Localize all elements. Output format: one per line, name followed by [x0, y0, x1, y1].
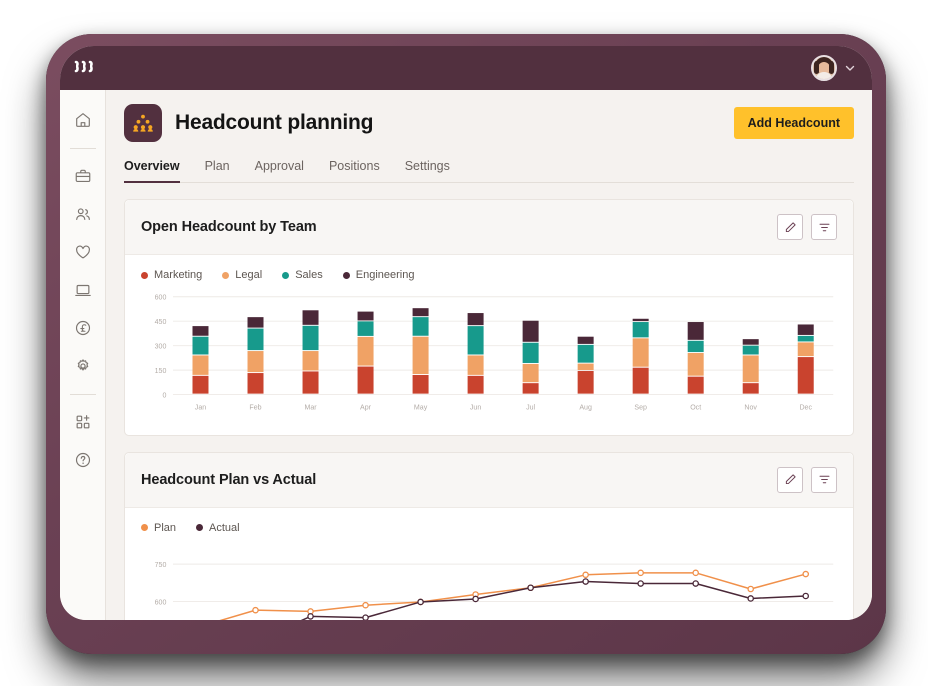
legend-dot-plan [141, 524, 148, 531]
tab-positions[interactable]: Positions [329, 159, 380, 182]
add-headcount-button[interactable]: Add Headcount [734, 107, 854, 139]
legend-item-actual[interactable]: Actual [196, 522, 240, 534]
bar-chart-svg: 0 150 300 450 600 Jan Feb Mar Apr May Jun Jul Aug Sep… [141, 293, 837, 427]
main-content: Headcount planning Add Headcount Overvie… [106, 90, 872, 620]
legend-label-engineering: Engineering [356, 269, 415, 281]
svg-text:450: 450 [155, 319, 167, 326]
sidebar-item-people[interactable] [66, 197, 100, 231]
avatar-hair-left [814, 61, 819, 74]
tab-approval[interactable]: Approval [255, 159, 304, 182]
legend-dot-engineering [343, 272, 350, 279]
legend-item-sales[interactable]: Sales [282, 269, 323, 281]
svg-text:0: 0 [162, 392, 166, 399]
sidebar-item-home[interactable] [66, 103, 100, 137]
chevron-down-icon[interactable] [844, 62, 856, 74]
svg-text:Sep: Sep [634, 405, 647, 412]
svg-text:Jun: Jun [470, 405, 481, 412]
card-title: Open Headcount by Team [141, 219, 317, 235]
tablet-device-frame: Headcount planning Add Headcount Overvie… [46, 34, 886, 654]
sidebar-item-help[interactable] [66, 443, 100, 477]
tablet-screen: Headcount planning Add Headcount Overvie… [60, 46, 872, 620]
topbar-user-menu[interactable] [811, 55, 856, 81]
card-header: Headcount Plan vs Actual [125, 453, 853, 508]
edit-chart-button[interactable] [777, 214, 803, 240]
bar-chart-legend: Marketing Legal Sales [141, 269, 837, 281]
legend-dot-sales [282, 272, 289, 279]
svg-text:600: 600 [155, 599, 167, 606]
filter-chart-button[interactable] [811, 467, 837, 493]
svg-text:Oct: Oct [690, 405, 701, 412]
bar-chart: 0 150 300 450 600 Jan Feb Mar Apr May Jun Jul Aug Sep… [141, 293, 837, 427]
rippling-logo[interactable] [74, 60, 98, 76]
sidebar-item-settings[interactable] [66, 349, 100, 383]
tab-plan[interactable]: Plan [205, 159, 230, 182]
app-body: Headcount planning Add Headcount Overvie… [60, 90, 872, 620]
screenshot-stage: Headcount planning Add Headcount Overvie… [0, 0, 928, 686]
svg-text:Jan: Jan [195, 405, 206, 412]
svg-text:Jul: Jul [526, 405, 535, 412]
svg-text:May: May [414, 405, 428, 412]
sidebar-item-add-app[interactable] [66, 405, 100, 439]
line-chart-svg: 600 750 [141, 546, 837, 620]
tab-overview[interactable]: Overview [124, 159, 180, 182]
svg-text:750: 750 [155, 561, 167, 568]
tab-settings[interactable]: Settings [405, 159, 450, 182]
legend-item-legal[interactable]: Legal [222, 269, 262, 281]
card-actions [777, 214, 837, 240]
legend-dot-marketing [141, 272, 148, 279]
svg-text:600: 600 [155, 295, 167, 302]
edit-chart-button[interactable] [777, 467, 803, 493]
user-avatar[interactable] [811, 55, 837, 81]
filter-chart-button[interactable] [811, 214, 837, 240]
svg-text:Feb: Feb [249, 405, 261, 412]
svg-text:Mar: Mar [304, 405, 317, 412]
sidebar-divider-top [70, 148, 96, 149]
left-sidebar [60, 90, 106, 620]
avatar-hair-right [829, 61, 834, 74]
legend-dot-actual [196, 524, 203, 531]
legend-label-plan: Plan [154, 522, 176, 534]
card-actions [777, 467, 837, 493]
card-title: Headcount Plan vs Actual [141, 472, 316, 488]
legend-item-marketing[interactable]: Marketing [141, 269, 202, 281]
sidebar-item-finance[interactable] [66, 311, 100, 345]
tab-bar: Overview Plan Approval Positions Setting… [124, 159, 854, 183]
app-topbar [60, 46, 872, 90]
line-chart-legend: Plan Actual [141, 522, 837, 534]
legend-label-actual: Actual [209, 522, 240, 534]
legend-item-plan[interactable]: Plan [141, 522, 176, 534]
svg-text:Nov: Nov [744, 405, 757, 412]
svg-text:300: 300 [155, 343, 167, 350]
line-chart: 600 750 [141, 546, 837, 620]
sidebar-item-benefits[interactable] [66, 235, 100, 269]
sidebar-item-work[interactable] [66, 159, 100, 193]
svg-text:Aug: Aug [579, 405, 592, 412]
card-body: Marketing Legal Sales [125, 255, 853, 435]
page-header: Headcount planning Add Headcount [124, 90, 854, 142]
sidebar-divider-bottom [70, 394, 96, 395]
open-headcount-by-team-card: Open Headcount by Team [124, 199, 854, 436]
card-header: Open Headcount by Team [125, 200, 853, 255]
svg-text:150: 150 [155, 368, 167, 375]
legend-label-sales: Sales [295, 269, 323, 281]
legend-label-legal: Legal [235, 269, 262, 281]
sidebar-item-devices[interactable] [66, 273, 100, 307]
legend-label-marketing: Marketing [154, 269, 202, 281]
page-title: Headcount planning [175, 111, 373, 135]
card-body: Plan Actual 600 750 [125, 508, 853, 620]
svg-text:Dec: Dec [799, 405, 812, 412]
svg-text:Apr: Apr [360, 405, 372, 412]
headcount-app-icon [124, 104, 162, 142]
headcount-plan-vs-actual-card: Headcount Plan vs Actual [124, 452, 854, 620]
legend-item-engineering[interactable]: Engineering [343, 269, 415, 281]
legend-dot-legal [222, 272, 229, 279]
